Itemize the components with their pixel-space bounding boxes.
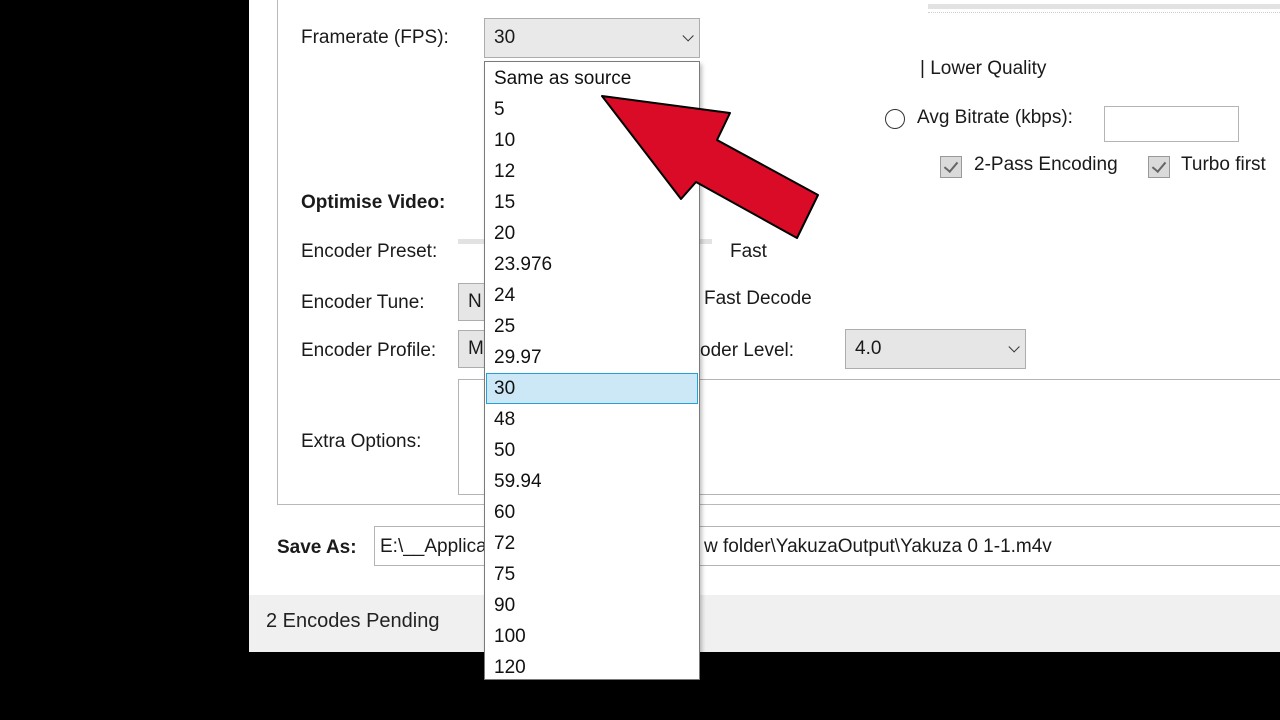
framerate-option[interactable]: 24 (486, 280, 698, 311)
quality-slider[interactable] (928, 4, 1280, 9)
quality-slider-ticks (928, 12, 1280, 14)
encoder-level-select[interactable]: 4.0 (845, 329, 1026, 369)
encoder-profile-value: M (468, 338, 484, 359)
extra-options-label: Extra Options: (301, 431, 422, 452)
framerate-option[interactable]: 23.976 (486, 249, 698, 280)
framerate-option[interactable]: 90 (486, 590, 698, 621)
framerate-option[interactable]: 50 (486, 435, 698, 466)
optimise-video-heading: Optimise Video: (301, 192, 446, 213)
framerate-option[interactable]: 75 (486, 559, 698, 590)
framerate-label: Framerate (FPS): (301, 27, 449, 48)
framerate-option[interactable]: 60 (486, 497, 698, 528)
status-text: 2 Encodes Pending (266, 610, 440, 632)
avg-bitrate-radio[interactable] (885, 109, 905, 129)
framerate-option[interactable]: 59.94 (486, 466, 698, 497)
avg-bitrate-label: Avg Bitrate (kbps): (917, 107, 1073, 128)
save-as-path-end: w folder\YakuzaOutput\Yakuza 0 1-1.m4v (704, 536, 1052, 557)
encoder-level-value: 4.0 (855, 338, 882, 359)
framerate-option[interactable]: 30 (486, 373, 698, 404)
chevron-down-icon (1008, 341, 1020, 353)
save-as-label: Save As: (277, 537, 357, 558)
framerate-value: 30 (494, 27, 516, 48)
framerate-option[interactable]: 29.97 (486, 342, 698, 373)
framerate-option[interactable]: 48 (486, 404, 698, 435)
two-pass-checkbox[interactable] (940, 156, 962, 178)
framerate-option[interactable]: 100 (486, 621, 698, 652)
framerate-option[interactable]: 25 (486, 311, 698, 342)
turbo-first-label: Turbo first (1181, 154, 1266, 175)
encoder-tune-value: N (468, 291, 482, 312)
two-pass-label: 2-Pass Encoding (974, 154, 1118, 175)
encoder-tune-label: Encoder Tune: (301, 292, 425, 313)
encoder-profile-label: Encoder Profile: (301, 340, 437, 361)
encoder-preset-label: Encoder Preset: (301, 241, 438, 262)
annotation-arrow-icon (601, 95, 819, 239)
framerate-select[interactable]: 30 (484, 18, 700, 58)
framerate-option[interactable]: 72 (486, 528, 698, 559)
encoder-level-label: oder Level: (700, 340, 795, 361)
avg-bitrate-input[interactable] (1104, 106, 1239, 142)
turbo-first-checkbox[interactable] (1148, 156, 1170, 178)
save-as-path-start: E:\__Applica (380, 536, 487, 557)
fast-decode-label: Fast Decode (704, 288, 812, 309)
lower-quality-label: | Lower Quality (920, 58, 1047, 79)
chevron-down-icon (682, 30, 694, 42)
framerate-option[interactable]: 120 (486, 652, 698, 683)
